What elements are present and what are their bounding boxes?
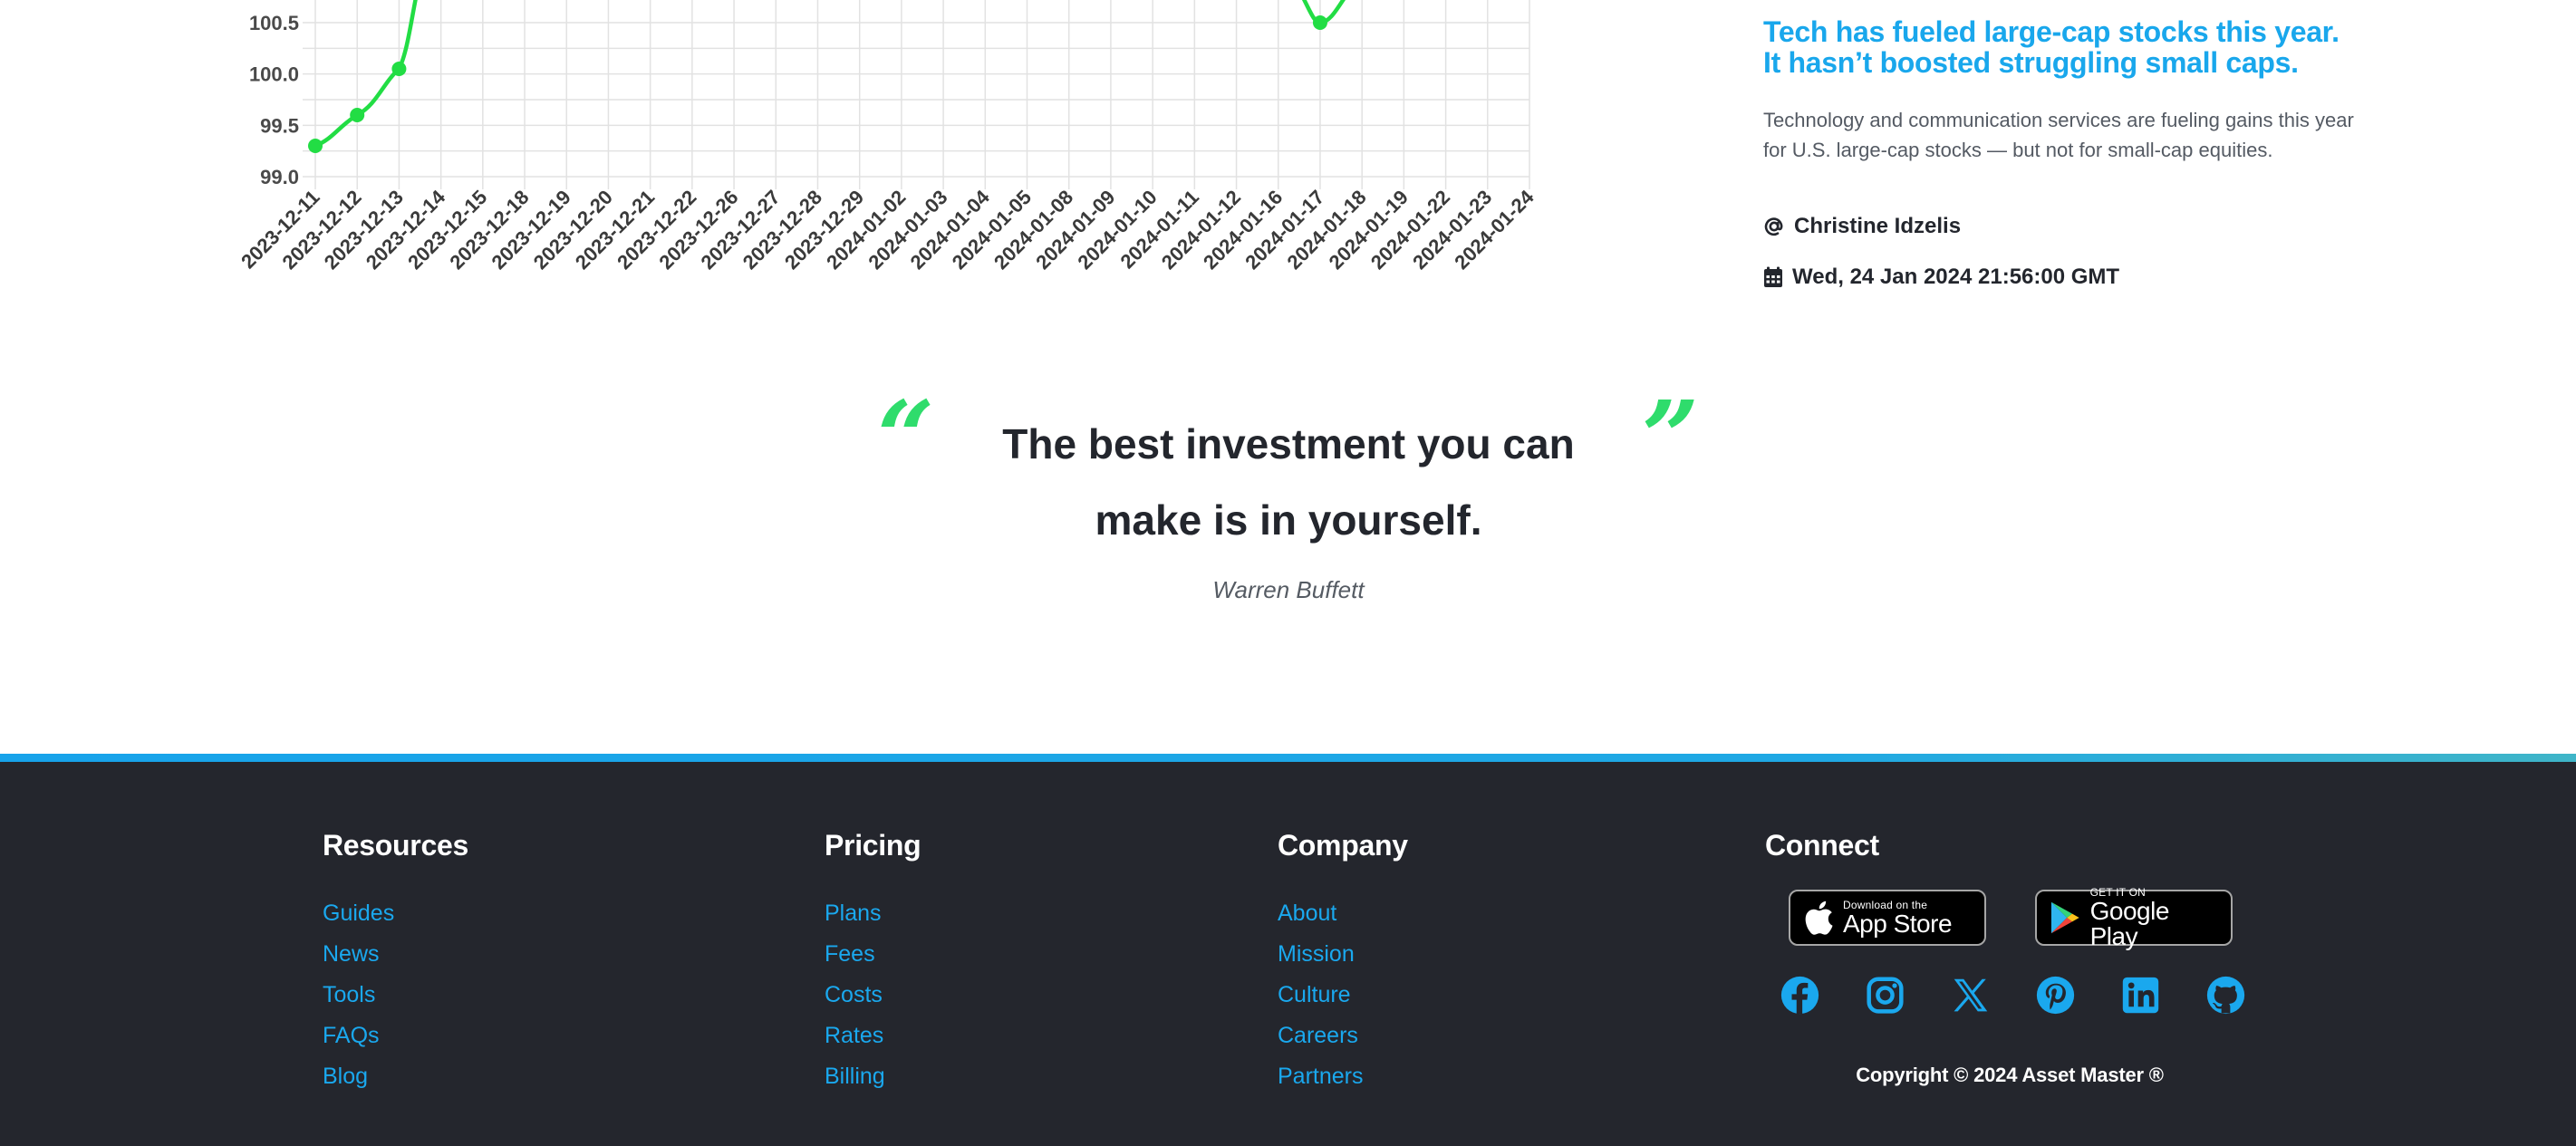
y-tick-label: 100.0 bbox=[249, 63, 299, 86]
google-play-icon bbox=[2050, 901, 2079, 934]
calendar-icon bbox=[1764, 266, 1782, 287]
footer-link-culture[interactable]: Culture bbox=[1278, 975, 1408, 1016]
footer-resources-column: Resources Guides News Tools FAQs Blog bbox=[323, 829, 468, 1097]
instagram-icon[interactable] bbox=[1865, 975, 1905, 1016]
footer-company-column: Company About Mission Culture Careers Pa… bbox=[1278, 829, 1408, 1097]
social-links bbox=[1780, 975, 2246, 1016]
x-icon[interactable] bbox=[1950, 975, 1991, 1016]
article-card: Tech has fueled large-cap stocks this ye… bbox=[1763, 16, 2361, 289]
article-title[interactable]: Tech has fueled large-cap stocks this ye… bbox=[1763, 16, 2361, 78]
footer-pricing-column: Pricing Plans Fees Costs Rates Billing bbox=[825, 829, 921, 1097]
at-sign-icon bbox=[1764, 217, 1783, 236]
data-point bbox=[308, 139, 323, 153]
article-date: Wed, 24 Jan 2024 21:56:00 GMT bbox=[1763, 265, 2119, 290]
app-store-badge[interactable]: Download on the App Store bbox=[1789, 890, 1986, 946]
footer-connect-column: Connect bbox=[1765, 829, 1879, 862]
copyright-text: Copyright © 2024 Asset Master ® bbox=[1856, 1064, 2164, 1086]
google-play-badge[interactable]: GET IT ON Google Play bbox=[2035, 886, 2233, 950]
footer-link-fees[interactable]: Fees bbox=[825, 934, 921, 975]
footer-heading-resources: Resources bbox=[323, 829, 468, 862]
footer-link-plans[interactable]: Plans bbox=[825, 893, 921, 934]
footer-heading-pricing: Pricing bbox=[825, 829, 921, 862]
article-author: Christine Idzelis bbox=[1763, 214, 1961, 239]
data-point bbox=[391, 62, 407, 76]
footer-link-faqs[interactable]: FAQs bbox=[323, 1016, 468, 1056]
google-play-big-text: Google Play bbox=[2089, 897, 2170, 950]
footer-accent-line bbox=[0, 754, 2576, 762]
app-store-big-text: App Store bbox=[1843, 910, 1953, 938]
y-tick-label: 99.0 bbox=[260, 166, 299, 188]
article-summary: Technology and communication services ar… bbox=[1763, 109, 2354, 161]
footer-link-guides[interactable]: Guides bbox=[323, 893, 468, 934]
footer-link-careers[interactable]: Careers bbox=[1278, 1016, 1408, 1056]
footer-link-news[interactable]: News bbox=[323, 934, 468, 975]
data-point bbox=[350, 108, 365, 122]
quote-author: Warren Buffett bbox=[1212, 576, 1365, 603]
quote-text: The best investment you can make is in y… bbox=[1002, 420, 1575, 544]
footer-heading-company: Company bbox=[1278, 829, 1408, 862]
site-footer: Resources Guides News Tools FAQs Blog Pr… bbox=[0, 762, 2576, 1146]
author-name: Christine Idzelis bbox=[1794, 214, 1962, 238]
linkedin-icon[interactable] bbox=[2120, 975, 2161, 1016]
apple-icon bbox=[1805, 900, 1833, 935]
footer-link-mission[interactable]: Mission bbox=[1278, 934, 1408, 975]
facebook-icon[interactable] bbox=[1780, 975, 1820, 1016]
footer-link-costs[interactable]: Costs bbox=[825, 975, 921, 1016]
pinterest-icon[interactable] bbox=[2035, 975, 2076, 1016]
footer-heading-connect: Connect bbox=[1765, 829, 1879, 862]
publish-date: Wed, 24 Jan 2024 21:56:00 GMT bbox=[1792, 265, 2120, 289]
open-quote-icon: “ bbox=[877, 379, 935, 496]
close-quote-icon: ” bbox=[1642, 379, 1700, 496]
footer-link-partners[interactable]: Partners bbox=[1278, 1056, 1408, 1097]
y-tick-label: 99.5 bbox=[260, 114, 299, 137]
price-chart-svg: 100.5100.099.599.02023-12-112023-12-1220… bbox=[236, 0, 1539, 274]
price-chart: 100.5 100.0 99.5 99.0 2023-12-11 2023-12-12 20… bbox=[0, 0, 1595, 308]
footer-link-rates[interactable]: Rates bbox=[825, 1016, 921, 1056]
footer-link-about[interactable]: About bbox=[1278, 893, 1408, 934]
footer-link-tools[interactable]: Tools bbox=[323, 975, 468, 1016]
footer-link-billing[interactable]: Billing bbox=[825, 1056, 921, 1097]
footer-link-blog[interactable]: Blog bbox=[323, 1056, 468, 1097]
github-icon[interactable] bbox=[2205, 975, 2246, 1016]
y-tick-label: 100.5 bbox=[249, 12, 299, 34]
data-point bbox=[1312, 15, 1327, 30]
